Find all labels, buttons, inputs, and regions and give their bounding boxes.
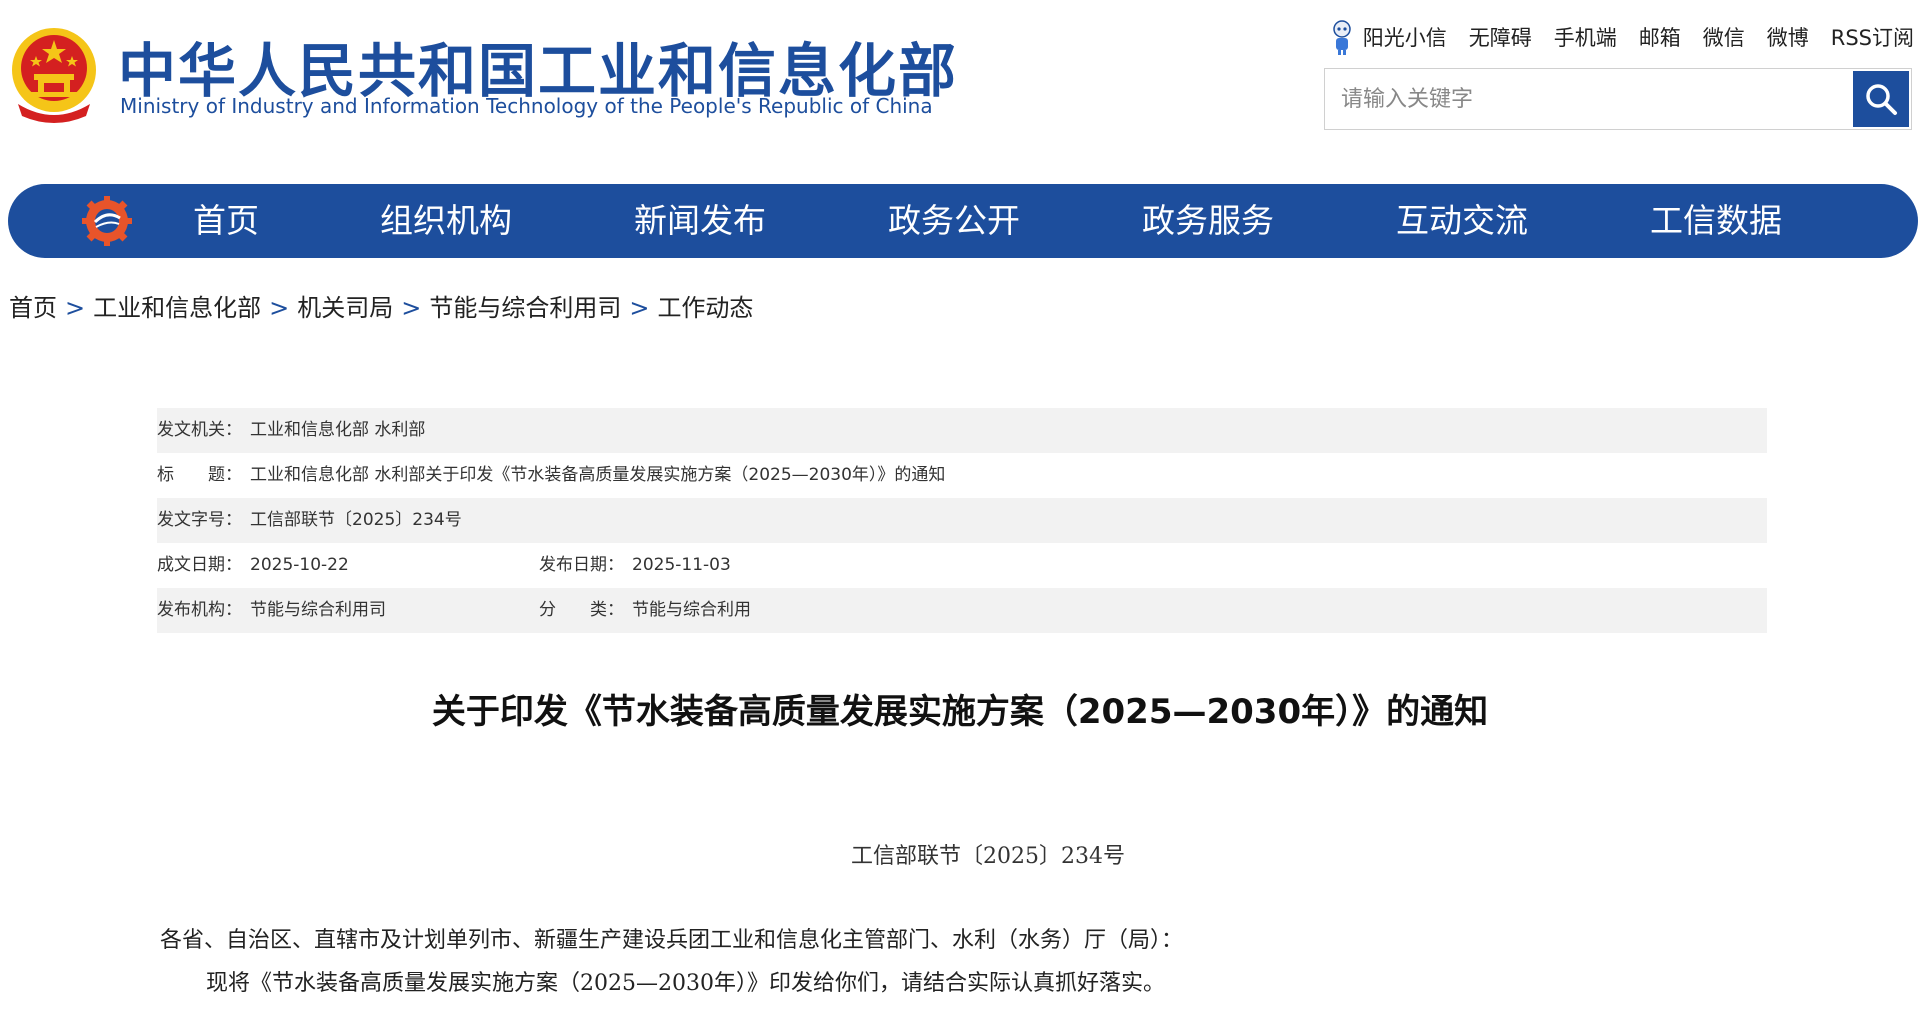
category-label: 分 类： bbox=[539, 600, 624, 620]
main-nav: 首页 组织机构 新闻发布 政务公开 政务服务 互动交流 工信数据 bbox=[8, 184, 1918, 258]
site-subtitle: Ministry of Industry and Information Tec… bbox=[120, 94, 933, 118]
breadcrumb-separator: > bbox=[629, 294, 650, 322]
toplink-rss[interactable]: RSS订阅 bbox=[1831, 22, 1914, 52]
document-metadata: 发文机关： 工业和信息化部 水利部 标 题： 工业和信息化部 水利部关于印发《节… bbox=[157, 408, 1767, 633]
publisher-label: 发布机构： bbox=[157, 600, 242, 620]
meta-row-doc-number: 发文字号： 工信部联节〔2025〕234号 bbox=[157, 498, 1767, 543]
robot-assistant-icon[interactable] bbox=[1329, 18, 1355, 56]
written-date-label: 成文日期： bbox=[157, 555, 242, 575]
search-input[interactable] bbox=[1325, 69, 1851, 129]
top-links: 阳光小信 无障碍 手机端 邮箱 微信 微博 RSS订阅 bbox=[1329, 18, 1914, 56]
toplink-mail[interactable]: 邮箱 bbox=[1639, 22, 1681, 52]
site-header: 中华人民共和国工业和信息化部 Ministry of Industry and … bbox=[0, 0, 1920, 160]
nav-government-services[interactable]: 政务服务 bbox=[1142, 184, 1274, 258]
national-emblem-icon[interactable] bbox=[8, 22, 100, 126]
breadcrumb: 首页 > 工业和信息化部 > 机关司局 > 节能与综合利用司 > 工作动态 bbox=[9, 288, 753, 323]
search-button[interactable] bbox=[1853, 71, 1909, 127]
meta-row-dates: 成文日期： 2025-10-22 发布日期： 2025-11-03 bbox=[157, 543, 1767, 588]
toplink-wechat[interactable]: 微信 bbox=[1703, 22, 1745, 52]
article-doc-number: 工信部联节〔2025〕234号 bbox=[851, 844, 1125, 869]
title-label: 标 题： bbox=[157, 465, 242, 485]
category-value: 节能与综合利用 bbox=[632, 600, 751, 620]
nav-news[interactable]: 新闻发布 bbox=[634, 184, 766, 258]
breadcrumb-energy-saving-dept[interactable]: 节能与综合利用司 bbox=[429, 294, 621, 322]
toplink-sunshine-xiaoxin[interactable]: 阳光小信 bbox=[1363, 22, 1447, 52]
breadcrumb-separator: > bbox=[269, 294, 290, 322]
toplink-weibo[interactable]: 微博 bbox=[1767, 22, 1809, 52]
publisher-value: 节能与综合利用司 bbox=[250, 600, 386, 620]
nav-home[interactable]: 首页 bbox=[193, 184, 259, 258]
doc-number-label: 发文字号： bbox=[157, 510, 242, 530]
issuer-value: 工业和信息化部 水利部 bbox=[250, 420, 426, 440]
breadcrumb-miit[interactable]: 工业和信息化部 bbox=[93, 294, 261, 322]
article-title: 关于印发《节水装备高质量发展实施方案（2025—2030年）》的通知 bbox=[431, 692, 1489, 732]
meta-row-publisher: 发布机构： 节能与综合利用司 分 类： 节能与综合利用 bbox=[157, 588, 1767, 633]
title-value: 工业和信息化部 水利部关于印发《节水装备高质量发展实施方案（2025—2030年… bbox=[250, 465, 946, 485]
publish-date-label: 发布日期： bbox=[539, 555, 624, 575]
meta-row-title: 标 题： 工业和信息化部 水利部关于印发《节水装备高质量发展实施方案（2025—… bbox=[157, 453, 1767, 498]
miit-gear-logo-icon[interactable] bbox=[82, 196, 132, 246]
nav-interaction[interactable]: 互动交流 bbox=[1396, 184, 1528, 258]
breadcrumb-departments[interactable]: 机关司局 bbox=[297, 294, 393, 322]
breadcrumb-separator: > bbox=[65, 294, 86, 322]
publish-date-value: 2025-11-03 bbox=[632, 555, 731, 575]
toplink-accessibility[interactable]: 无障碍 bbox=[1469, 22, 1532, 52]
nav-miit-data[interactable]: 工信数据 bbox=[1650, 184, 1782, 258]
nav-government-affairs[interactable]: 政务公开 bbox=[888, 184, 1020, 258]
meta-row-issuer: 发文机关： 工业和信息化部 水利部 bbox=[157, 408, 1767, 453]
toplink-mobile[interactable]: 手机端 bbox=[1554, 22, 1617, 52]
nav-organization[interactable]: 组织机构 bbox=[380, 184, 512, 258]
breadcrumb-work-updates[interactable]: 工作动态 bbox=[657, 294, 753, 322]
search-box bbox=[1324, 68, 1912, 130]
article-paragraph: 现将《节水装备高质量发展实施方案（2025—2030年）》印发给你们，请结合实际… bbox=[206, 971, 1165, 996]
issuer-label: 发文机关： bbox=[157, 420, 242, 440]
written-date-value: 2025-10-22 bbox=[250, 555, 349, 575]
breadcrumb-home[interactable]: 首页 bbox=[9, 294, 57, 322]
search-icon bbox=[1866, 84, 1897, 115]
breadcrumb-separator: > bbox=[401, 294, 422, 322]
article-paragraph: 各省、自治区、直辖市及计划单列市、新疆生产建设兵团工业和信息化主管部门、水利（水… bbox=[160, 928, 1184, 953]
doc-number-value: 工信部联节〔2025〕234号 bbox=[250, 510, 462, 530]
